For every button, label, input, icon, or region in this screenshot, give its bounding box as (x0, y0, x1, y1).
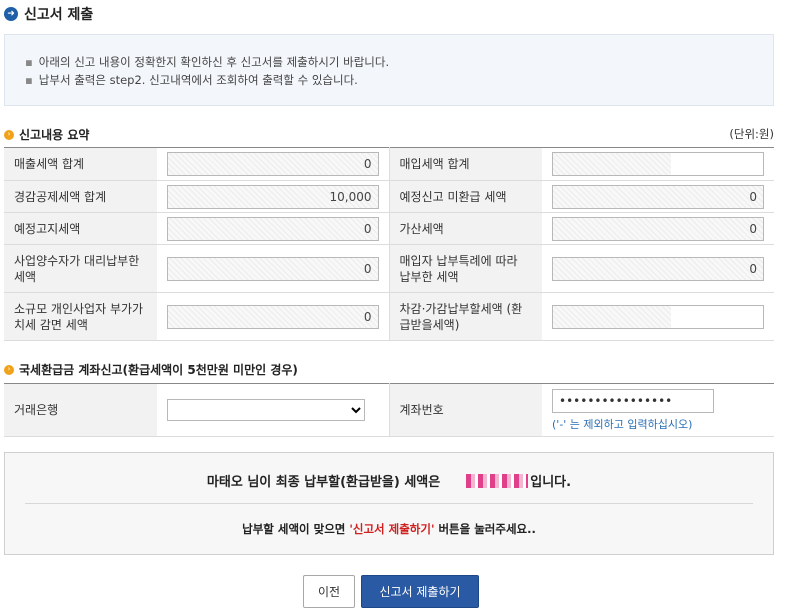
section-title: 신고내용 요약 (19, 128, 90, 142)
value-field: 0 (167, 152, 379, 176)
prev-button[interactable]: 이전 (303, 575, 355, 608)
notice-line: ▪ 납부서 출력은 step2. 신고내역에서 조회하여 출력할 수 있습니다. (25, 71, 755, 89)
section-header-summary: › 신고내용 요약 (4, 126, 89, 143)
bullet-icon: ▪ (25, 73, 33, 87)
final-confirmation-box: 마태오 님이 최종 납부할(환급받을) 세액은 입니다. 납부할 세액이 맞으면… (4, 452, 774, 555)
row-label: 매입세액 합계 (388, 147, 542, 181)
submit-button[interactable]: 신고서 제출하기 (361, 575, 479, 608)
final-amount-prefix: 마태오 님이 최종 납부할(환급받을) 세액은 (206, 475, 441, 490)
chevron-right-icon: › (4, 364, 14, 375)
row-label: 경감공제세액 합계 (4, 180, 157, 213)
value-field: 0 (552, 216, 764, 241)
table-row: 소규모 개인사업자 부가가치세 감면 세액 0 차감·가감납부할세액 (환급받을… (4, 292, 774, 341)
section-header-refund: › 국세환급금 계좌신고(환급세액이 5천만원 미만인 경우) (4, 361, 298, 378)
page-title: 신고서 제출 (24, 7, 94, 23)
row-label: 차감·가감납부할세액 (환급받을세액) (388, 292, 542, 341)
instruction-prefix: 납부할 세액이 맞으면 (242, 522, 350, 536)
notice-line: ▪ 아래의 신고 내용이 정확한지 확인하신 후 신고서를 제출하시기 바랍니다. (25, 53, 755, 71)
value-field (552, 304, 764, 329)
submit-instruction: 납부할 세액이 맞으면 '신고서 제출하기' 버튼을 눌러주세요.. (5, 521, 773, 537)
row-label: 가산세액 (388, 212, 542, 245)
account-label: 계좌번호 (388, 383, 542, 437)
final-amount-line: 마태오 님이 최종 납부할(환급받을) 세액은 입니다. (5, 471, 773, 490)
table-row: 예정고지세액 0 가산세액 0 (4, 212, 774, 245)
redacted-amount (466, 473, 529, 488)
account-number-input[interactable] (552, 388, 714, 413)
instruction-highlight: '신고서 제출하기' (349, 522, 435, 536)
table-row: 거래은행 계좌번호 ('-' 는 제외하고 입력하십시오) (4, 383, 774, 437)
instruction-suffix: 버튼을 눌러주세요.. (434, 522, 536, 536)
page-header: ➜ 신고서 제출 (4, 4, 93, 24)
refund-table: 거래은행 계좌번호 ('-' 는 제외하고 입력하십시오) (4, 383, 774, 437)
row-label: 예정신고 미환급 세액 (388, 180, 542, 213)
notice-text: 납부서 출력은 step2. 신고내역에서 조회하여 출력할 수 있습니다. (38, 73, 358, 87)
row-label: 매입자 납부특례에 따라 납부한 세액 (388, 244, 542, 293)
bank-label: 거래은행 (4, 383, 157, 437)
arrow-right-icon: ➜ (4, 7, 18, 21)
row-label: 예정고지세액 (4, 212, 157, 245)
table-row: 경감공제세액 합계 10,000 예정신고 미환급 세액 0 (4, 180, 774, 213)
table-row: 사업양수자가 대리납부한 세액 0 매입자 납부특례에 따라 납부한 세액 0 (4, 244, 774, 293)
value-field (552, 152, 764, 176)
value-field: 0 (552, 256, 764, 281)
row-label: 사업양수자가 대리납부한 세액 (4, 244, 157, 293)
section-title: 국세환급금 계좌신고(환급세액이 5천만원 미만인 경우) (19, 363, 298, 377)
value-field: 0 (552, 184, 764, 209)
row-label: 소규모 개인사업자 부가가치세 감면 세액 (4, 292, 157, 341)
final-amount-suffix: 입니다. (530, 475, 572, 490)
summary-table: 매출세액 합계 0 매입세액 합계 경감공제세액 합계 10,000 예정신고 … (4, 147, 774, 341)
value-field: 0 (167, 216, 379, 241)
bullet-icon: ▪ (25, 55, 33, 69)
notice-box: ▪ 아래의 신고 내용이 정확한지 확인하신 후 신고서를 제출하시기 바랍니다.… (4, 34, 774, 106)
value-field: 10,000 (167, 184, 379, 209)
value-field: 0 (167, 256, 379, 281)
bank-select[interactable] (167, 399, 365, 421)
chevron-right-icon: › (4, 129, 14, 140)
notice-text: 아래의 신고 내용이 정확한지 확인하신 후 신고서를 제출하시기 바랍니다. (38, 55, 390, 69)
unit-label: (단위:원) (729, 127, 774, 141)
value-field: 0 (167, 304, 379, 329)
account-hint: ('-' 는 제외하고 입력하십시오) (552, 417, 693, 431)
row-label: 매출세액 합계 (4, 147, 157, 181)
divider (25, 503, 753, 504)
table-row: 매출세액 합계 0 매입세액 합계 (4, 147, 774, 181)
